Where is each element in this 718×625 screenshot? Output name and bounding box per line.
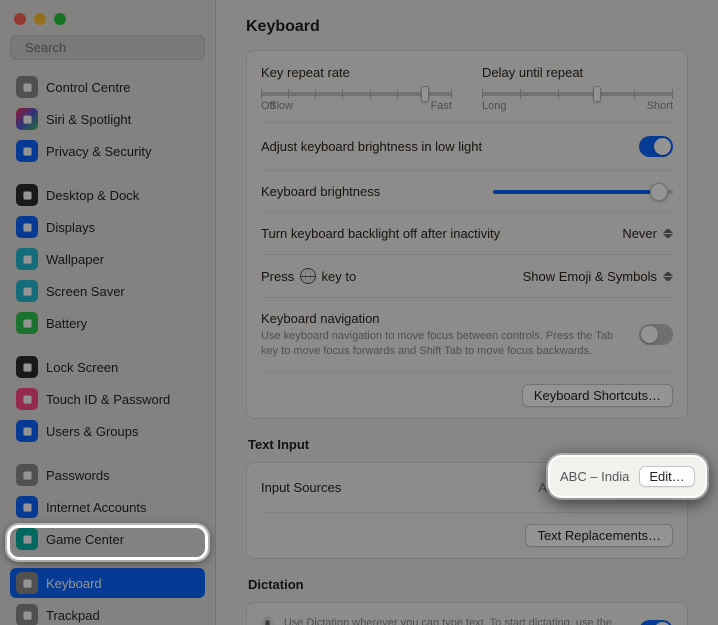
sidebar-item-displays[interactable]: Displays xyxy=(10,212,205,242)
key-repeat-rate-label: Key repeat rate xyxy=(261,65,452,80)
window-controls xyxy=(0,0,215,35)
backlight-off-label: Turn keyboard backlight off after inacti… xyxy=(261,226,608,241)
sidebar-item-users-groups[interactable]: Users & Groups xyxy=(10,416,205,446)
sidebar-item-label: Wallpaper xyxy=(46,252,104,267)
sidebar-icon xyxy=(16,248,38,270)
sidebar-icon xyxy=(16,604,38,625)
text-replacements-button[interactable]: Text Replacements… xyxy=(525,524,673,547)
key-repeat-rate-control[interactable]: Key repeat rate OffSlowFast xyxy=(261,65,452,112)
input-sources-edit-button-highlight[interactable]: Edit… xyxy=(639,466,694,487)
delay-until-repeat-label: Delay until repeat xyxy=(482,65,673,80)
keyboard-brightness-label: Keyboard brightness xyxy=(261,184,479,199)
sidebar-item-passwords[interactable]: Passwords xyxy=(10,460,205,490)
sidebar-item-label: Siri & Spotlight xyxy=(46,112,131,127)
sidebar-item-label: Trackpad xyxy=(46,608,100,623)
sidebar-icon xyxy=(16,496,38,518)
sidebar-icon xyxy=(16,420,38,442)
backlight-off-select[interactable]: Never xyxy=(622,226,673,241)
sidebar-item-label: Desktop & Dock xyxy=(46,188,139,203)
sidebar-item-label: Game Center xyxy=(46,532,124,547)
sidebar-item-battery[interactable]: Battery xyxy=(10,308,205,338)
keyboard-settings-panel: Key repeat rate OffSlowFast Delay until … xyxy=(246,50,688,419)
zoom-window-button[interactable] xyxy=(54,13,66,25)
sidebar-item-label: Passwords xyxy=(46,468,110,483)
sidebar-item-label: Displays xyxy=(46,220,95,235)
sidebar-icon xyxy=(16,388,38,410)
sidebar-item-wallpaper[interactable]: Wallpaper xyxy=(10,244,205,274)
sidebar-item-game-center[interactable]: Game Center xyxy=(10,524,205,554)
sidebar-icon xyxy=(16,184,38,206)
sidebar-item-siri-spotlight[interactable]: Siri & Spotlight xyxy=(10,104,205,134)
sidebar-item-label: Internet Accounts xyxy=(46,500,146,515)
sidebar-item-label: Privacy & Security xyxy=(46,144,151,159)
sidebar-icon xyxy=(16,312,38,334)
sidebar-item-touch-id-password[interactable]: Touch ID & Password xyxy=(10,384,205,414)
dictation-heading: Dictation xyxy=(248,577,686,592)
dictation-panel: Use Dictation wherever you can type text… xyxy=(246,602,688,625)
search-input[interactable] xyxy=(25,40,201,55)
sidebar-item-privacy-security[interactable]: Privacy & Security xyxy=(10,136,205,166)
sidebar-item-screen-saver[interactable]: Screen Saver xyxy=(10,276,205,306)
sidebar-icon xyxy=(16,528,38,550)
keyboard-brightness-slider[interactable] xyxy=(493,190,673,194)
lowlight-toggle[interactable] xyxy=(639,136,673,157)
sidebar-icon xyxy=(16,140,38,162)
press-globe-label: Press key to xyxy=(261,268,509,284)
sidebar-icon xyxy=(16,464,38,486)
minimize-window-button[interactable] xyxy=(34,13,46,25)
dictation-desc: Use Dictation wherever you can type text… xyxy=(284,616,625,625)
microphone-icon xyxy=(261,616,274,625)
globe-icon xyxy=(300,268,316,284)
close-window-button[interactable] xyxy=(14,13,26,25)
sidebar-icon xyxy=(16,280,38,302)
press-globe-select[interactable]: Show Emoji & Symbols xyxy=(523,269,673,284)
sidebar-icon xyxy=(16,108,38,130)
sidebar-item-lock-screen[interactable]: Lock Screen xyxy=(10,352,205,382)
search-field[interactable] xyxy=(10,35,205,60)
keyboard-navigation-toggle[interactable] xyxy=(639,324,673,345)
sidebar-item-label: Screen Saver xyxy=(46,284,125,299)
input-sources-label: Input Sources xyxy=(261,480,524,495)
sidebar-item-label: Lock Screen xyxy=(46,360,118,375)
sidebar-icon xyxy=(16,572,38,594)
delay-until-repeat-control[interactable]: Delay until repeat LongShort xyxy=(482,65,673,112)
input-sources-value-highlight: ABC – India xyxy=(560,469,629,484)
sidebar-list: Control Centre Siri & Spotlight Privacy & … xyxy=(0,70,215,625)
chevron-updown-icon xyxy=(663,269,673,283)
sidebar-item-control-centre[interactable]: Control Centre xyxy=(10,72,205,102)
sidebar-item-label: Control Centre xyxy=(46,80,131,95)
sidebar-icon xyxy=(16,356,38,378)
chevron-updown-icon xyxy=(663,227,673,241)
sidebar-item-label: Keyboard xyxy=(46,576,102,591)
sidebar-item-desktop-dock[interactable]: Desktop & Dock xyxy=(10,180,205,210)
sidebar: Control Centre Siri & Spotlight Privacy & … xyxy=(0,0,216,625)
main-content: Keyboard Key repeat rate OffSlowFast Del… xyxy=(216,0,718,625)
sidebar-item-trackpad[interactable]: Trackpad xyxy=(10,600,205,625)
page-title: Keyboard xyxy=(246,18,688,36)
keyboard-shortcuts-button[interactable]: Keyboard Shortcuts… xyxy=(522,384,673,407)
keyboard-navigation-desc: Use keyboard navigation to move focus be… xyxy=(261,329,625,359)
sidebar-item-label: Touch ID & Password xyxy=(46,392,170,407)
keyboard-navigation-label: Keyboard navigation xyxy=(261,311,625,326)
delay-until-repeat-thumb[interactable] xyxy=(593,86,601,102)
sidebar-item-keyboard[interactable]: Keyboard xyxy=(10,568,205,598)
lowlight-label: Adjust keyboard brightness in low light xyxy=(261,139,625,154)
sidebar-icon xyxy=(16,216,38,238)
sidebar-item-label: Users & Groups xyxy=(46,424,138,439)
sidebar-icon xyxy=(16,76,38,98)
text-input-heading: Text Input xyxy=(248,437,686,452)
key-repeat-rate-thumb[interactable] xyxy=(421,86,429,102)
brightness-knob[interactable] xyxy=(650,183,668,201)
sidebar-item-internet-accounts[interactable]: Internet Accounts xyxy=(10,492,205,522)
dictation-toggle[interactable] xyxy=(639,620,673,625)
sidebar-item-label: Battery xyxy=(46,316,87,331)
